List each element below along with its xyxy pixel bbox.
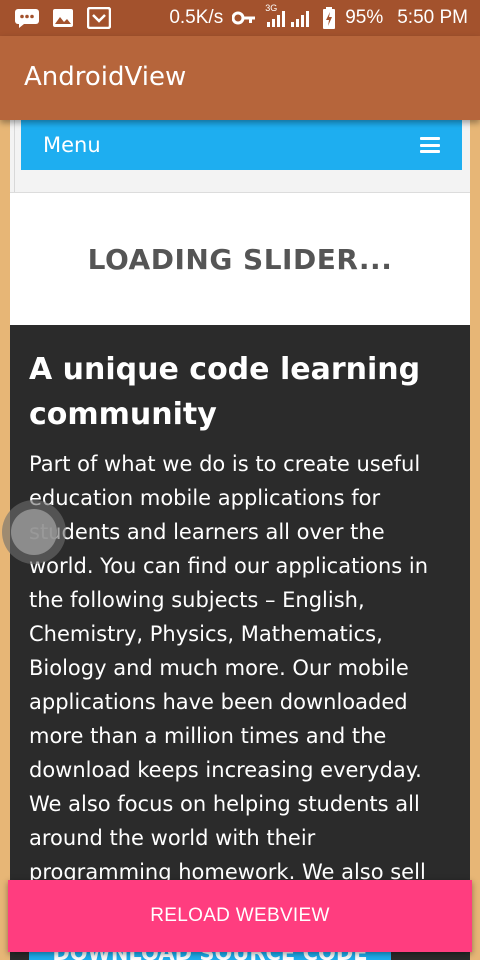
app-title: AndroidView [24, 62, 187, 92]
network-type-label: 3G [265, 3, 278, 13]
section-body: Part of what we do is to create useful e… [29, 452, 429, 918]
slider-placeholder: LOADING SLIDER... [10, 193, 470, 325]
reload-webview-button[interactable]: RELOAD WEBVIEW [8, 880, 472, 952]
signal-icon: 3G [265, 3, 313, 29]
battery-charging-icon [321, 7, 337, 29]
battery-level: 95% [345, 7, 384, 28]
clock: 5:50 PM [397, 7, 468, 28]
app-bar: AndroidView [0, 36, 480, 120]
menu-toggle[interactable]: Menu [21, 120, 462, 170]
net-speed: 0.5K/s [169, 7, 224, 28]
section-heading: A unique code learning community [29, 352, 421, 432]
menu-container: Menu [10, 120, 470, 193]
webview[interactable]: Menu LOADING SLIDER... A unique code lea… [10, 120, 470, 960]
status-bar: 0.5K/s 3G 95% 5:50 PM [0, 0, 480, 36]
divider [14, 120, 15, 192]
touch-indicator [2, 500, 66, 564]
menu-label: Menu [43, 133, 101, 157]
slider-loading-text: LOADING SLIDER... [87, 242, 393, 276]
image-icon [50, 7, 76, 29]
intro-section: A unique code learning community Part of… [10, 325, 470, 960]
vpn-key-icon [231, 7, 257, 29]
hamburger-icon[interactable] [420, 137, 440, 153]
message-icon [14, 7, 40, 29]
download-box-icon [86, 7, 112, 29]
